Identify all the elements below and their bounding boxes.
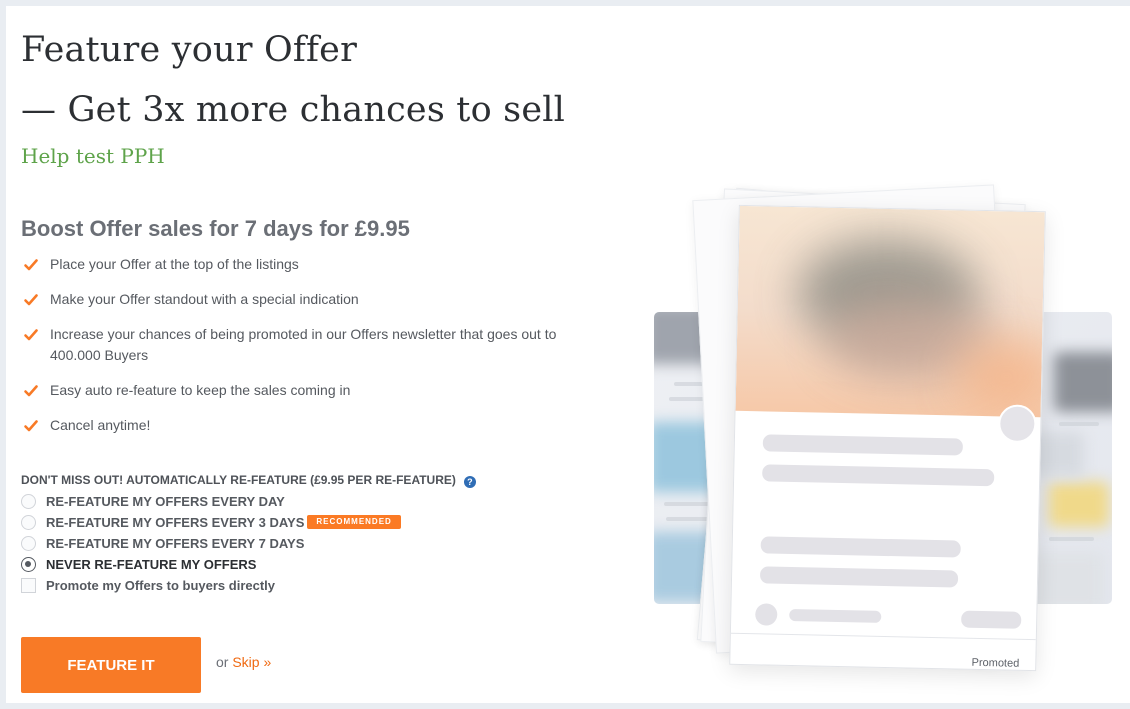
refeature-option-label: RE-FEATURE MY OFFERS EVERY 3 DAYS [46,514,305,530]
refeature-option-label: RE-FEATURE MY OFFERS EVERY DAY [46,493,285,509]
placeholder-line [762,434,964,456]
promoted-offer-illustration: Promoted [654,184,1130,709]
benefit-item: Place your Offer at the top of the listi… [21,254,581,275]
refeature-heading: DON'T MISS OUT! AUTOMATICALLY RE-FEATURE… [21,473,476,488]
placeholder-line [762,464,995,487]
radio-button[interactable] [21,535,36,551]
benefit-item: Make your Offer standout with a special … [21,289,581,310]
check-icon [24,294,38,306]
benefit-item: Cancel anytime! [21,415,581,436]
boost-heading: Boost Offer sales for 7 days for £9.95 [21,216,410,241]
page-title-line2: — Get 3x more chances to sell [21,90,566,130]
refeature-option-3-days[interactable]: RE-FEATURE MY OFFERS EVERY 3 DAYS RECOMM… [21,512,401,532]
refeature-option-never[interactable]: NEVER RE-FEATURE MY OFFERS [21,554,256,574]
seller-avatar [997,404,1037,444]
blurred-thumbnail [1054,352,1112,412]
promoted-offer-card: Promoted [729,204,1046,672]
feature-offer-panel: Feature your Offer — Get 3x more chances… [6,6,1130,703]
benefits-list: Place your Offer at the top of the listi… [21,254,581,450]
feature-it-button[interactable]: FEATURE IT [21,637,201,693]
blurred-thumbnail [1049,482,1109,527]
placeholder-line [760,536,961,558]
benefit-text: Place your Offer at the top of the listi… [50,256,299,272]
image-blur [955,340,1045,413]
placeholder-line [759,566,959,588]
promoted-label: Promoted [971,656,1020,670]
help-icon[interactable]: ? [463,476,476,488]
radio-button-selected[interactable] [21,556,36,572]
refeature-option-daily[interactable]: RE-FEATURE MY OFFERS EVERY DAY [21,491,285,511]
check-icon [24,385,38,397]
small-avatar [755,603,778,626]
benefit-item: Easy auto re-feature to keep the sales c… [21,380,581,401]
check-icon [24,420,38,432]
promote-checkbox[interactable] [21,577,36,593]
page-title-line1: Feature your Offer [21,30,358,70]
or-text: or [216,654,229,670]
refeature-option-label: NEVER RE-FEATURE MY OFFERS [46,556,257,572]
recommended-badge: RECOMMENDED [307,515,401,529]
benefit-text: Make your Offer standout with a special … [50,291,359,307]
benefit-text: Increase your chances of being promoted … [50,326,557,363]
promote-offers-option[interactable]: Promote my Offers to buyers directly [21,575,275,595]
benefit-item: Increase your chances of being promoted … [21,324,581,366]
benefit-text: Cancel anytime! [50,417,151,433]
promote-checkbox-label: Promote my Offers to buyers directly [46,577,276,593]
radio-button[interactable] [21,514,36,530]
benefit-text: Easy auto re-feature to keep the sales c… [50,382,351,398]
placeholder-line [666,517,711,521]
placeholder-line [1049,537,1094,541]
skip-link[interactable]: Skip » [232,654,271,670]
radio-button[interactable] [21,493,36,509]
card-divider [730,632,1036,641]
skip-line: or Skip » [216,654,271,670]
placeholder-line [789,608,882,623]
offer-image-placeholder [735,205,1045,418]
placeholder-price [961,610,1022,629]
refeature-option-label: RE-FEATURE MY OFFERS EVERY 7 DAYS [46,535,305,551]
refeature-heading-text: DON'T MISS OUT! AUTOMATICALLY RE-FEATURE… [21,473,456,487]
help-test-link[interactable]: Help test PPH [21,144,165,168]
check-icon [24,329,38,341]
placeholder-line [1059,422,1099,426]
check-icon [24,259,38,271]
refeature-option-7-days[interactable]: RE-FEATURE MY OFFERS EVERY 7 DAYS [21,533,304,553]
